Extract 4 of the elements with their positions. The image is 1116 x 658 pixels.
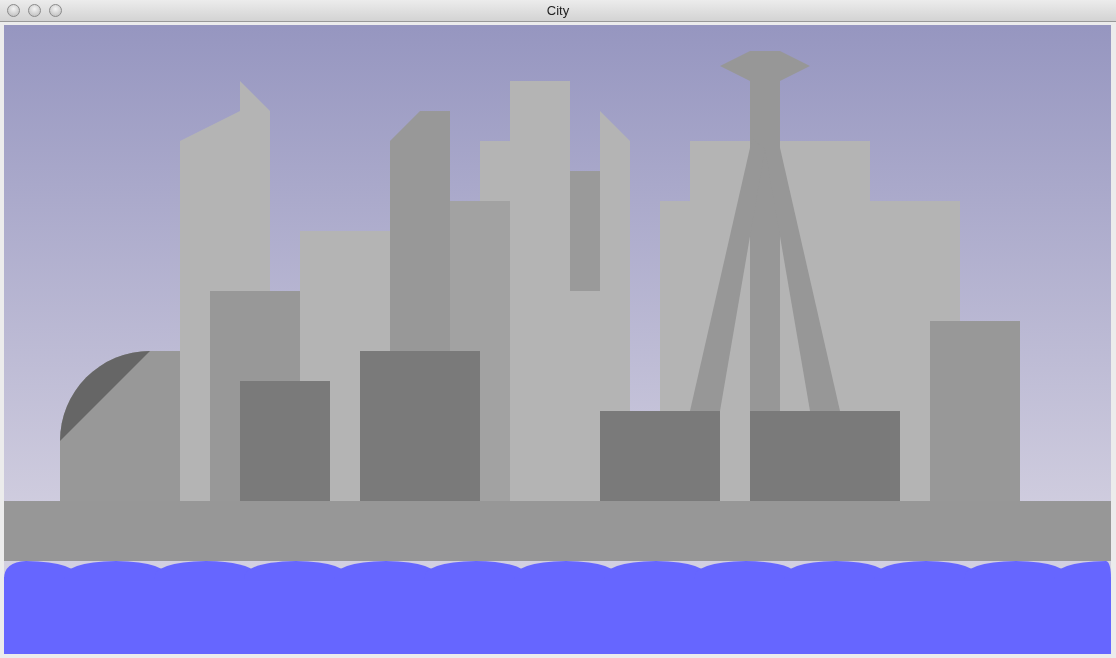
window-close-button[interactable]: [7, 4, 20, 17]
window-title: City: [546, 2, 570, 20]
window-minimize-button[interactable]: [28, 4, 41, 17]
window-zoom-button[interactable]: [49, 4, 62, 17]
